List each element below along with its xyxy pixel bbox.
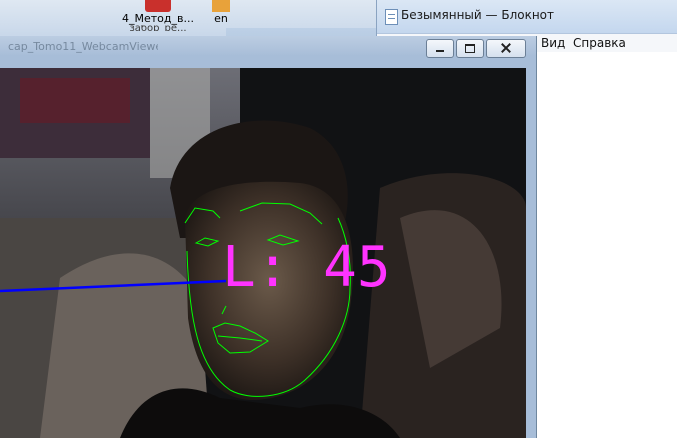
window-controls <box>424 39 526 58</box>
webcam-view: L: 45 <box>0 68 526 438</box>
menu-help[interactable]: Справка <box>573 36 626 50</box>
maximize-button[interactable] <box>456 39 484 58</box>
camera-window: cap_Tomo11_WebcamViewer L: 45 <box>0 36 537 438</box>
desktop-icon-label: 4_Метод_в... <box>122 12 194 25</box>
folder-icon <box>212 0 230 12</box>
desktop-icon-label: en <box>214 12 228 25</box>
close-button[interactable] <box>486 39 526 58</box>
camera-window-title[interactable]: cap_Tomo11_WebcamViewer <box>8 40 158 53</box>
desktop-icon-en[interactable]: en <box>206 0 236 25</box>
menu-view[interactable]: Вид <box>541 36 565 50</box>
desktop-icon-document[interactable]: 4_Метод_в... забор_ре... <box>110 0 206 31</box>
overlay-label: L: 45 <box>222 235 391 300</box>
minimize-button[interactable] <box>426 39 454 58</box>
document-icon <box>145 0 171 12</box>
notepad-titlebar[interactable]: Безымянный — Блокнот <box>377 0 677 34</box>
webcam-frame: L: 45 <box>0 68 526 438</box>
notepad-icon <box>385 9 398 25</box>
notepad-title: Безымянный — Блокнот <box>401 8 555 22</box>
desktop-icon-sublabel: забор_ре... <box>129 25 187 31</box>
